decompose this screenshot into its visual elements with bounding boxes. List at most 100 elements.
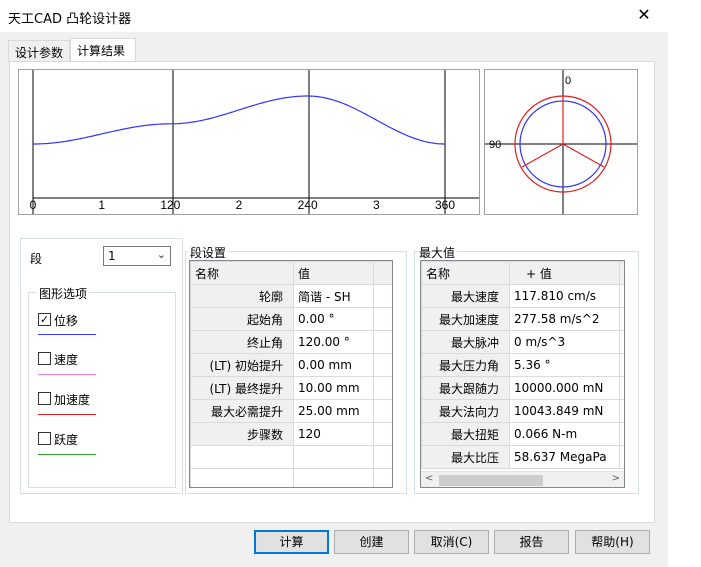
scroll-right-icon[interactable]: > [612, 473, 620, 484]
table-row: 最大比压 58.637 MegaPa [421, 445, 624, 469]
table-row[interactable]: 终止角 120.00 ° [190, 330, 392, 354]
table-row[interactable]: (LT) 初始提升 0.00 mm [190, 353, 392, 377]
row-extra: ( [619, 353, 624, 377]
row-empty [373, 353, 392, 377]
row-extra [619, 445, 624, 469]
row-extra: - [619, 307, 624, 331]
table-row[interactable]: 步骤数 120 [190, 422, 392, 446]
chevron-down-icon: ⌄ [156, 248, 166, 261]
row-name: 最大加速度 [421, 307, 510, 331]
tab-results[interactable]: 计算结果 [70, 38, 136, 62]
acceleration-checkbox[interactable] [38, 392, 51, 405]
table-row: 最大速度117.810 cm/s( [421, 284, 624, 308]
table-row[interactable]: (LT) 最终提升 10.00 mm [190, 376, 392, 400]
row-value[interactable]: 0.00 mm [293, 353, 374, 377]
close-icon[interactable]: ✕ [630, 2, 658, 28]
table-row: 最大扭矩 0.066 N-m [421, 422, 624, 446]
report-button[interactable]: 报告 [494, 530, 569, 554]
max-values-title: 最大值 [417, 244, 458, 261]
row-name: 起始角 [190, 307, 294, 331]
row-name: 最大速度 [421, 284, 510, 308]
x-tick-label: 0 [30, 198, 37, 212]
row-name: 最大法向力 [421, 399, 510, 423]
row-name: (LT) 最终提升 [190, 376, 294, 400]
row-name: 最大跟随力 [421, 376, 510, 400]
table-row[interactable]: 起始角 0.00 ° [190, 307, 392, 331]
row-name: 最大扭矩 [421, 422, 510, 446]
displacement-color-line [38, 334, 96, 335]
max-values-grid: 名称 + 值 最大速度117.810 cm/s( 最大加速度277.58 m/s… [420, 260, 625, 488]
table-row: 最大跟随力10000.000 mN- [421, 376, 624, 400]
help-button[interactable]: 帮助(H) [575, 530, 650, 554]
segment-select[interactable]: 1 ⌄ [103, 246, 171, 266]
cam-profile-chart: 0 90 [484, 69, 638, 215]
x-tick-label: 240 [298, 198, 318, 212]
jerk-color-line [38, 454, 96, 455]
table-row: 最大压力角5.36 °( [421, 353, 624, 377]
table-row[interactable]: 轮廓 简谐 - SH [190, 284, 392, 308]
displacement-label: 位移 [54, 314, 79, 328]
motion-chart: 0 1 120 2 240 3 360 [18, 69, 480, 215]
jerk-checkbox[interactable] [38, 432, 51, 445]
row-value: 0 m/s^3 [509, 330, 620, 354]
header-name: 名称 [190, 261, 294, 285]
max-values-table: 名称 + 值 最大速度117.810 cm/s( 最大加速度277.58 m/s… [421, 261, 624, 469]
x-tick-label: 2 [236, 198, 243, 212]
row-name: 最大压力角 [421, 353, 510, 377]
cam-profile-svg: 0 90 [485, 70, 637, 214]
header-empty [619, 261, 624, 285]
profile-label-90: 90 [489, 139, 501, 151]
row-empty [373, 284, 392, 308]
profile-spoke-right [562, 143, 605, 168]
row-value[interactable]: 简谐 - SH [293, 284, 374, 308]
profile-spoke-left [521, 143, 564, 168]
acceleration-label: 加速度 [54, 393, 91, 407]
row-name: 最大必需提升 [190, 399, 294, 423]
table-row-empty [190, 468, 392, 487]
row-value: 10043.849 mN [509, 399, 620, 423]
velocity-label: 速度 [54, 353, 79, 367]
tab-design-params[interactable]: 设计参数 [8, 40, 70, 62]
segment-settings-grid: 名称 值 轮廓 简谐 - SH 起始角 0.00 ° 终止角 120.00 ° (LT… [189, 260, 393, 488]
graph-options-title: 图形选项 [37, 285, 90, 302]
header-name: 名称 [421, 261, 510, 285]
velocity-color-line [38, 374, 96, 375]
table-row: 最大法向力10043.849 mN- [421, 399, 624, 423]
row-value[interactable]: 120.00 ° [293, 330, 374, 354]
max-values-hscrollbar[interactable]: < > [421, 471, 624, 487]
table-row[interactable]: 最大必需提升 25.00 mm [190, 399, 392, 423]
x-tick-label: 3 [373, 198, 380, 212]
scroll-thumb[interactable] [439, 475, 543, 486]
row-value[interactable]: 0.00 ° [293, 307, 374, 331]
row-empty [373, 399, 392, 423]
row-empty [373, 376, 392, 400]
row-value[interactable]: 120 [293, 422, 374, 446]
jerk-label: 跃度 [54, 433, 79, 447]
row-value: 58.637 MegaPa [509, 445, 620, 469]
row-empty [373, 422, 392, 446]
header-empty [373, 261, 392, 285]
segment-settings-title: 段设置 [188, 244, 229, 261]
row-extra: - [619, 376, 624, 400]
create-button[interactable]: 创建 [334, 530, 409, 554]
velocity-checkbox[interactable] [38, 352, 51, 365]
table-row-empty [190, 445, 392, 469]
row-value: 117.810 cm/s [509, 284, 620, 308]
row-extra: - [619, 330, 624, 354]
scroll-left-icon[interactable]: < [425, 473, 433, 484]
row-value[interactable]: 10.00 mm [293, 376, 374, 400]
row-value: 277.58 m/s^2 [509, 307, 620, 331]
cancel-button[interactable]: 取消(C) [414, 530, 489, 554]
x-tick-labels: 0 1 120 2 240 3 360 [30, 198, 456, 212]
calculate-button[interactable]: 计算 [254, 530, 329, 554]
displacement-curve [33, 95, 445, 145]
row-value[interactable]: 25.00 mm [293, 399, 374, 423]
x-tick-label: 360 [435, 198, 455, 212]
displacement-checkbox[interactable]: ✓ [38, 313, 51, 326]
row-extra [619, 422, 624, 446]
segment-select-value: 1 [108, 249, 116, 263]
x-tick-label: 120 [160, 198, 180, 212]
segment-settings-table: 名称 值 轮廓 简谐 - SH 起始角 0.00 ° 终止角 120.00 ° (LT… [190, 261, 392, 487]
row-value: 0.066 N-m [509, 422, 620, 446]
row-name: 最大比压 [421, 445, 510, 469]
